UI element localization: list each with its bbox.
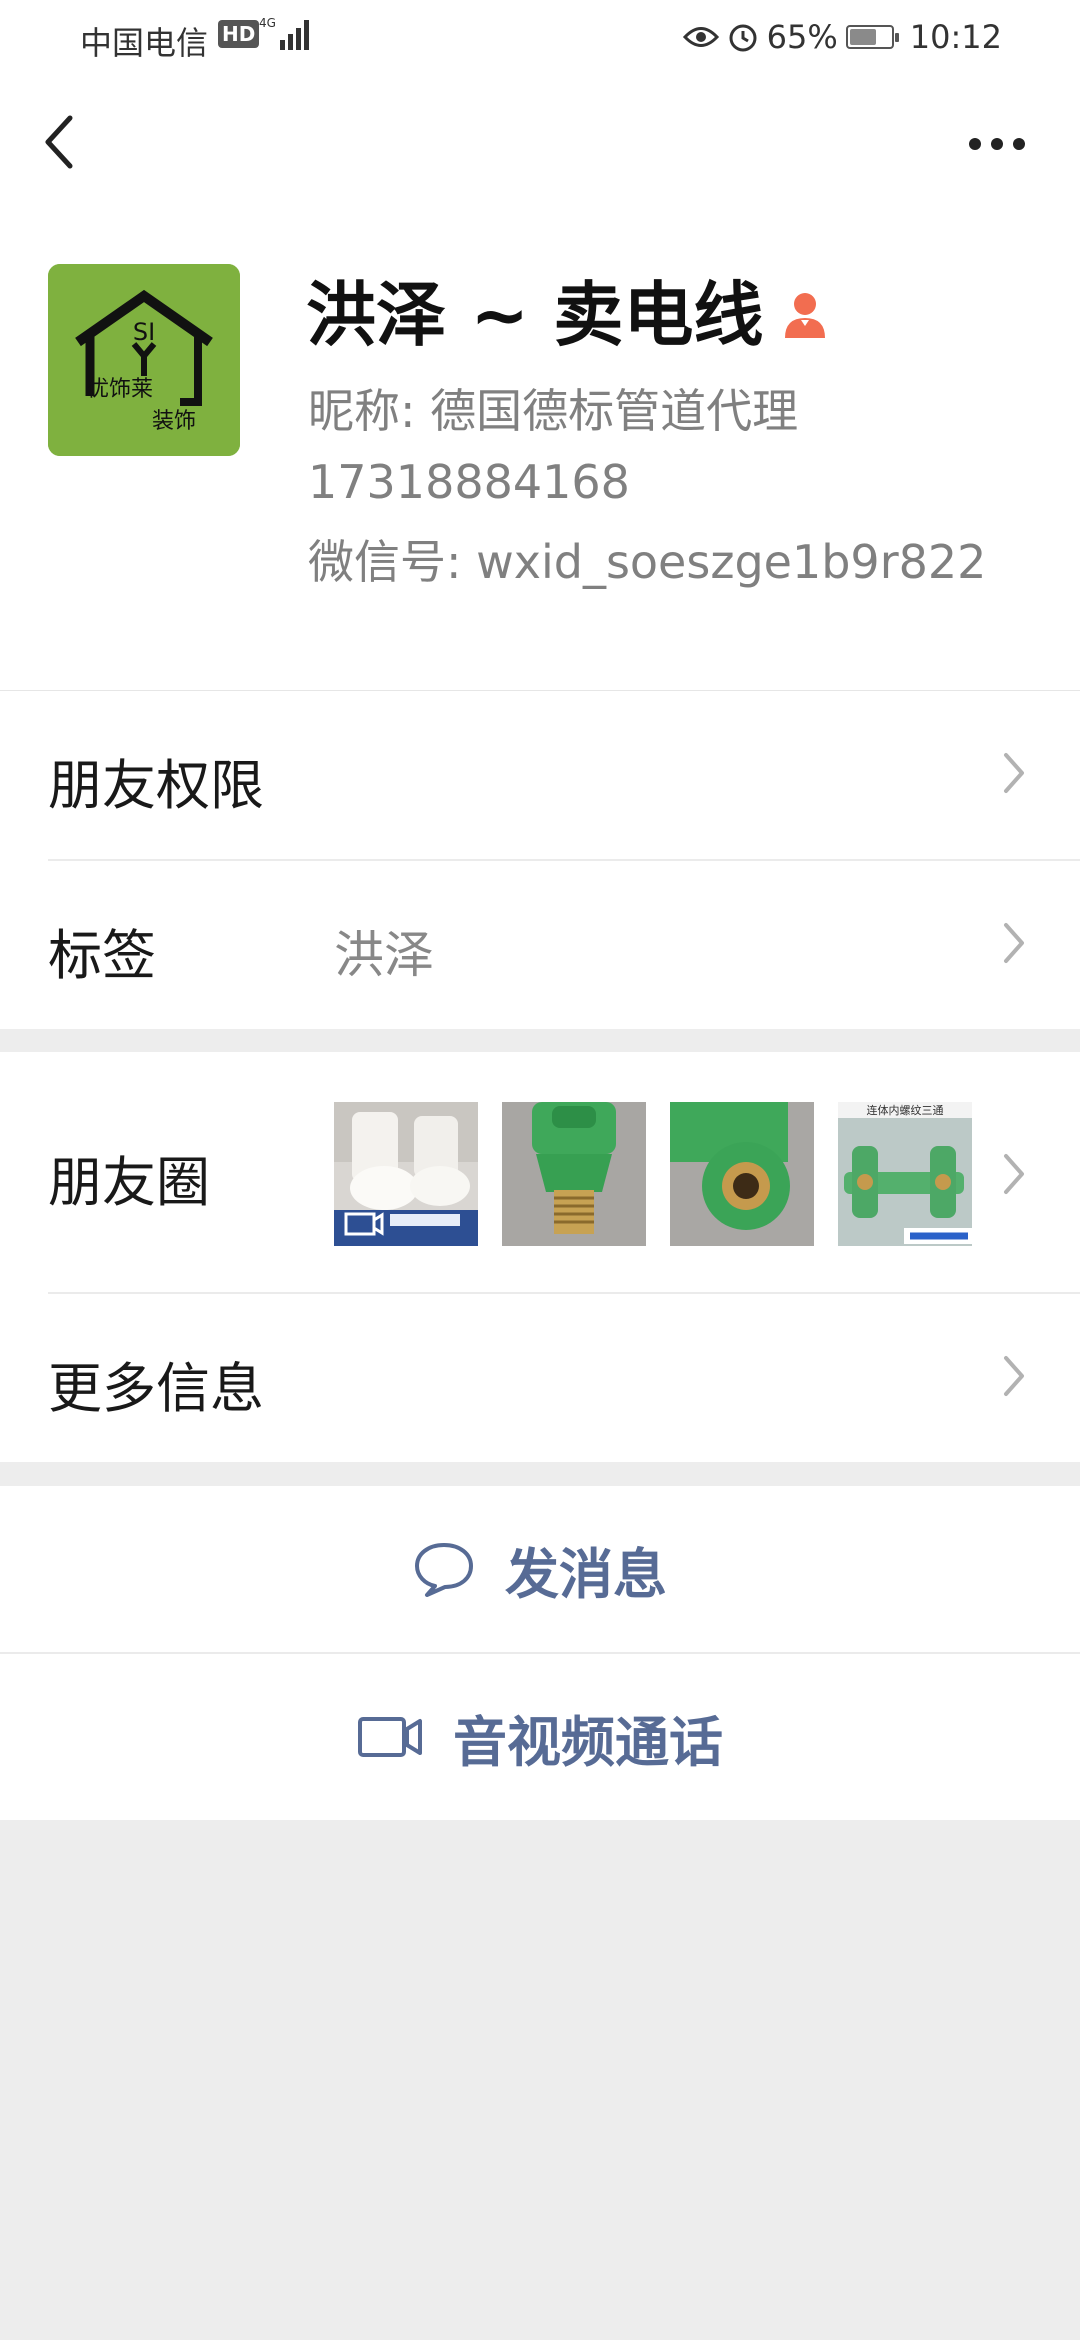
video-camera-icon [358, 1717, 422, 1757]
more-info-row[interactable]: 更多信息 [0, 1294, 1080, 1462]
moments-section: 朋友圈 连体内螺纹三通 更多信息 [0, 1052, 1080, 1462]
actions-section: 发消息 音视频通话 [0, 1486, 1080, 1820]
friend-permissions-label: 朋友权限 [48, 754, 264, 817]
battery-fill [849, 29, 876, 45]
send-message-button[interactable]: 发消息 [0, 1486, 1080, 1652]
status-bar: 中国电信 HD 4G 65% 10:12 [0, 0, 1080, 72]
signal-icon: 4G [259, 16, 309, 50]
tags-label: 标签 [48, 924, 156, 987]
green-tee-fitting-thumb[interactable]: 连体内螺纹三通 [838, 1102, 982, 1246]
wechat-id: 微信号: wxid_soeszge1b9r822 [308, 535, 987, 589]
green-fitting-thumb-2[interactable] [670, 1102, 814, 1246]
avatar-line1: 优饰莱 [87, 377, 153, 402]
alarm-icon [729, 24, 757, 52]
avatar-logo: SI 优饰莱 装饰 [48, 264, 240, 456]
avatar-logo-text: SI [133, 318, 155, 346]
carrier-label: 中国电信 [80, 24, 209, 62]
chevron-right-icon [1004, 923, 1024, 963]
moments-label: 朋友圈 [48, 1151, 210, 1214]
chat-bubble-icon [415, 1543, 473, 1597]
thumb-caption: 连体内螺纹三通 [867, 1103, 944, 1117]
contact-name: 洪泽 ~ 卖电线 [306, 274, 764, 356]
friend-permissions-row[interactable]: 朋友权限 [0, 691, 1080, 859]
green-fitting-thumb-1[interactable] [502, 1102, 646, 1246]
battery-icon [845, 25, 899, 49]
battery-percent: 65% [766, 18, 838, 56]
network-label: 4G [259, 16, 276, 30]
video-call-label: 音视频通话 [453, 1710, 723, 1774]
eye-icon [682, 27, 719, 47]
chevron-right-icon [1004, 753, 1024, 793]
moments-row[interactable]: 朋友圈 连体内螺纹三通 [0, 1052, 1080, 1294]
avatar-line2: 装饰 [152, 409, 196, 434]
more-info-label: 更多信息 [48, 1357, 264, 1420]
tags-row[interactable]: 标签 洪泽 [0, 861, 1080, 1029]
phone-number[interactable]: 17318884168 [308, 452, 630, 512]
send-message-label: 发消息 [505, 1542, 667, 1606]
toilet-video-thumb[interactable] [334, 1102, 478, 1246]
chevron-right-icon [1004, 1154, 1024, 1194]
moments-thumbnails: 连体内螺纹三通 [334, 1102, 982, 1246]
name-row: 洪泽 ~ 卖电线 [306, 270, 829, 360]
nickname: 昵称: 德国德标管道代理 [308, 384, 799, 438]
status-right: 65% 10:12 [682, 18, 1002, 56]
chevron-right-icon [1004, 1356, 1024, 1396]
chevron-left-icon[interactable] [38, 110, 82, 174]
female-user-icon [785, 293, 826, 338]
hd-badge: HD [218, 20, 260, 48]
clock: 10:12 [909, 18, 1002, 56]
more-dots-icon[interactable] [964, 124, 1030, 164]
avatar[interactable]: SI 优饰莱 装饰 [48, 264, 240, 456]
video-call-button[interactable]: 音视频通话 [0, 1654, 1080, 1820]
tags-value: 洪泽 [334, 926, 434, 984]
settings-section: 朋友权限 标签 洪泽 [0, 690, 1080, 1029]
